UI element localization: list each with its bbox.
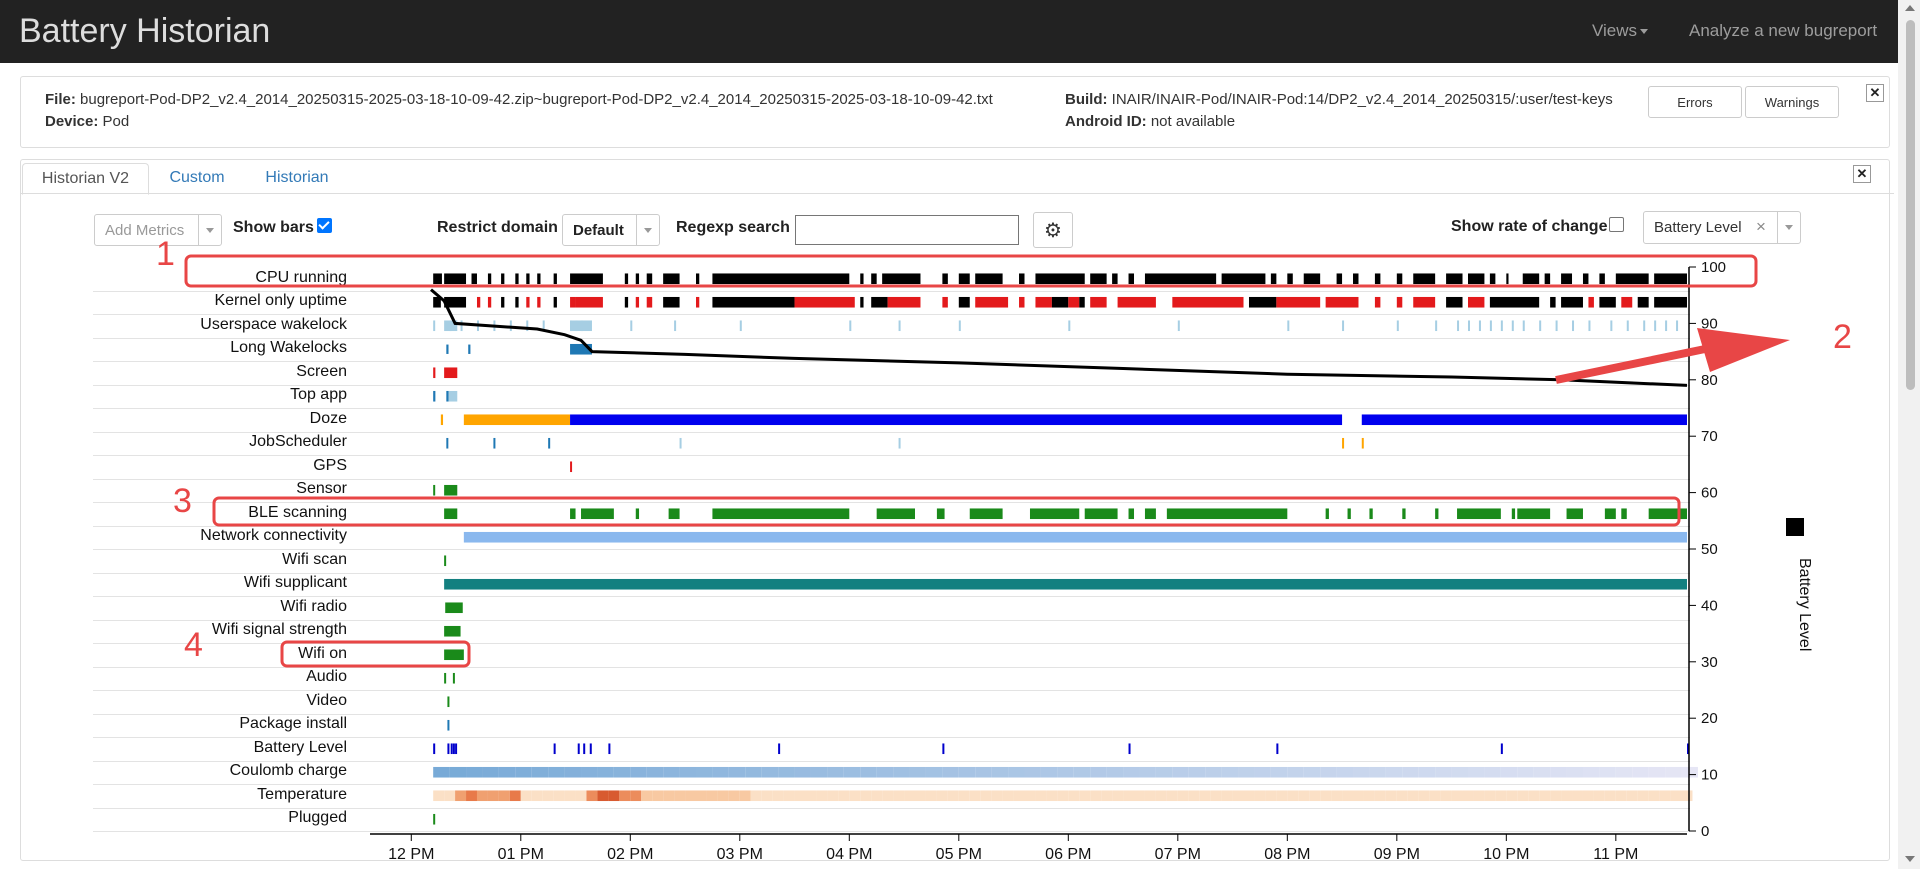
metric-label[interactable]: Sensor [92, 480, 347, 498]
metric-label[interactable]: Package install [92, 715, 347, 733]
metric-label[interactable]: Long Wakelocks [92, 339, 347, 357]
row-separator [93, 831, 1690, 832]
metric-label[interactable]: Plugged [92, 809, 347, 827]
metric-label[interactable]: Audio [92, 668, 347, 686]
metric-label[interactable]: Wifi supplicant [92, 574, 347, 592]
device-label: Device: [45, 113, 99, 130]
analyze-new-bugreport-link[interactable]: Analyze a new bugreport [1689, 21, 1877, 41]
show-rate-of-change-label: Show rate of change [1451, 218, 1608, 235]
tab-historian-v2[interactable]: Historian V2 [22, 163, 149, 195]
overlay-metric-value: Battery Level [1654, 219, 1742, 236]
restrict-domain-label: Restrict domain [437, 219, 558, 236]
tab-historian[interactable]: Historian [252, 163, 342, 193]
android-id-label: Android ID: [1065, 113, 1147, 130]
views-menu[interactable]: Views [1592, 21, 1649, 41]
settings-button[interactable]: ⚙ [1033, 212, 1073, 248]
show-bars-checkbox[interactable] [317, 218, 332, 233]
top-navbar: Battery Historian Views Analyze a new bu… [0, 0, 1898, 63]
device-value: Pod [102, 113, 130, 130]
metric-label[interactable]: Wifi on [92, 645, 347, 663]
overlay-metric-select[interactable]: Battery Level × [1643, 211, 1801, 244]
file-line: File: bugreport-Pod-DP2_v2.4_2014_202503… [45, 91, 993, 108]
tab-divider [20, 193, 1894, 194]
metric-label[interactable]: CPU running [92, 269, 347, 287]
device-line: Device: Pod [45, 113, 129, 130]
warnings-button[interactable]: Warnings [1745, 86, 1839, 118]
add-metrics-placeholder: Add Metrics [105, 221, 185, 239]
chevron-down-icon [1640, 29, 1649, 35]
show-bars-label: Show bars [233, 219, 314, 236]
metric-label[interactable]: Battery Level [92, 739, 347, 757]
build-line: Build: INAIR/INAIR-Pod/INAIR-Pod:14/DP2_… [1065, 91, 1613, 108]
metric-label[interactable]: Screen [92, 363, 347, 381]
show-rate-of-change-checkbox[interactable] [1609, 217, 1624, 232]
gear-icon: ⚙ [1044, 219, 1062, 242]
chevron-down-icon[interactable] [1777, 212, 1800, 243]
restrict-domain-value: Default [573, 221, 624, 239]
file-label: File: [45, 91, 76, 108]
errors-button[interactable]: Errors [1648, 86, 1742, 118]
metric-label[interactable]: Userspace wakelock [92, 316, 347, 334]
metric-label[interactable]: Wifi signal strength [92, 621, 347, 639]
add-metrics-select[interactable]: Add Metrics [94, 214, 222, 246]
metric-label[interactable]: Temperature [92, 786, 347, 804]
clear-overlay-icon[interactable]: × [1756, 217, 1766, 237]
metric-label[interactable]: GPS [92, 457, 347, 475]
build-label: Build: [1065, 91, 1108, 108]
regexp-search-input[interactable] [795, 215, 1019, 245]
close-historian-panel-icon[interactable]: ✕ [1853, 165, 1871, 183]
regexp-search-label: Regexp search [676, 219, 790, 236]
battery-level-axis-label: Battery Level [1796, 558, 1813, 652]
tab-custom[interactable]: Custom [155, 163, 239, 193]
build-value: INAIR/INAIR-Pod/INAIR-Pod:14/DP2_v2.4_20… [1111, 91, 1613, 108]
metric-label[interactable]: JobScheduler [92, 433, 347, 451]
metric-label[interactable]: Top app [92, 386, 347, 404]
app-title[interactable]: Battery Historian [19, 12, 270, 51]
scroll-down-arrow-icon[interactable] [1905, 856, 1915, 862]
views-menu-label: Views [1592, 21, 1638, 40]
restrict-domain-select[interactable]: Default [562, 214, 660, 246]
scrollbar-thumb[interactable] [1906, 20, 1915, 390]
metric-label[interactable]: Doze [92, 410, 347, 428]
metric-label[interactable]: Coulomb charge [92, 762, 347, 780]
metric-label[interactable]: BLE scanning [92, 504, 347, 522]
scroll-up-arrow-icon[interactable] [1905, 5, 1915, 11]
close-file-info-icon[interactable]: ✕ [1866, 84, 1884, 102]
metric-label[interactable]: Wifi scan [92, 551, 347, 569]
metric-label[interactable]: Kernel only uptime [92, 292, 347, 310]
metric-label[interactable]: Wifi radio [92, 598, 347, 616]
metric-label[interactable]: Network connectivity [92, 527, 347, 545]
android-id-value: not available [1150, 113, 1236, 130]
chevron-down-icon[interactable] [636, 215, 659, 245]
file-info-panel: File: bugreport-Pod-DP2_v2.4_2014_202503… [20, 76, 1890, 148]
battery-level-legend-swatch [1786, 518, 1804, 536]
android-id-line: Android ID: not available [1065, 113, 1235, 130]
file-value: bugreport-Pod-DP2_v2.4_2014_20250315-202… [80, 91, 993, 108]
chevron-down-icon[interactable] [198, 215, 221, 245]
metric-label[interactable]: Video [92, 692, 347, 710]
